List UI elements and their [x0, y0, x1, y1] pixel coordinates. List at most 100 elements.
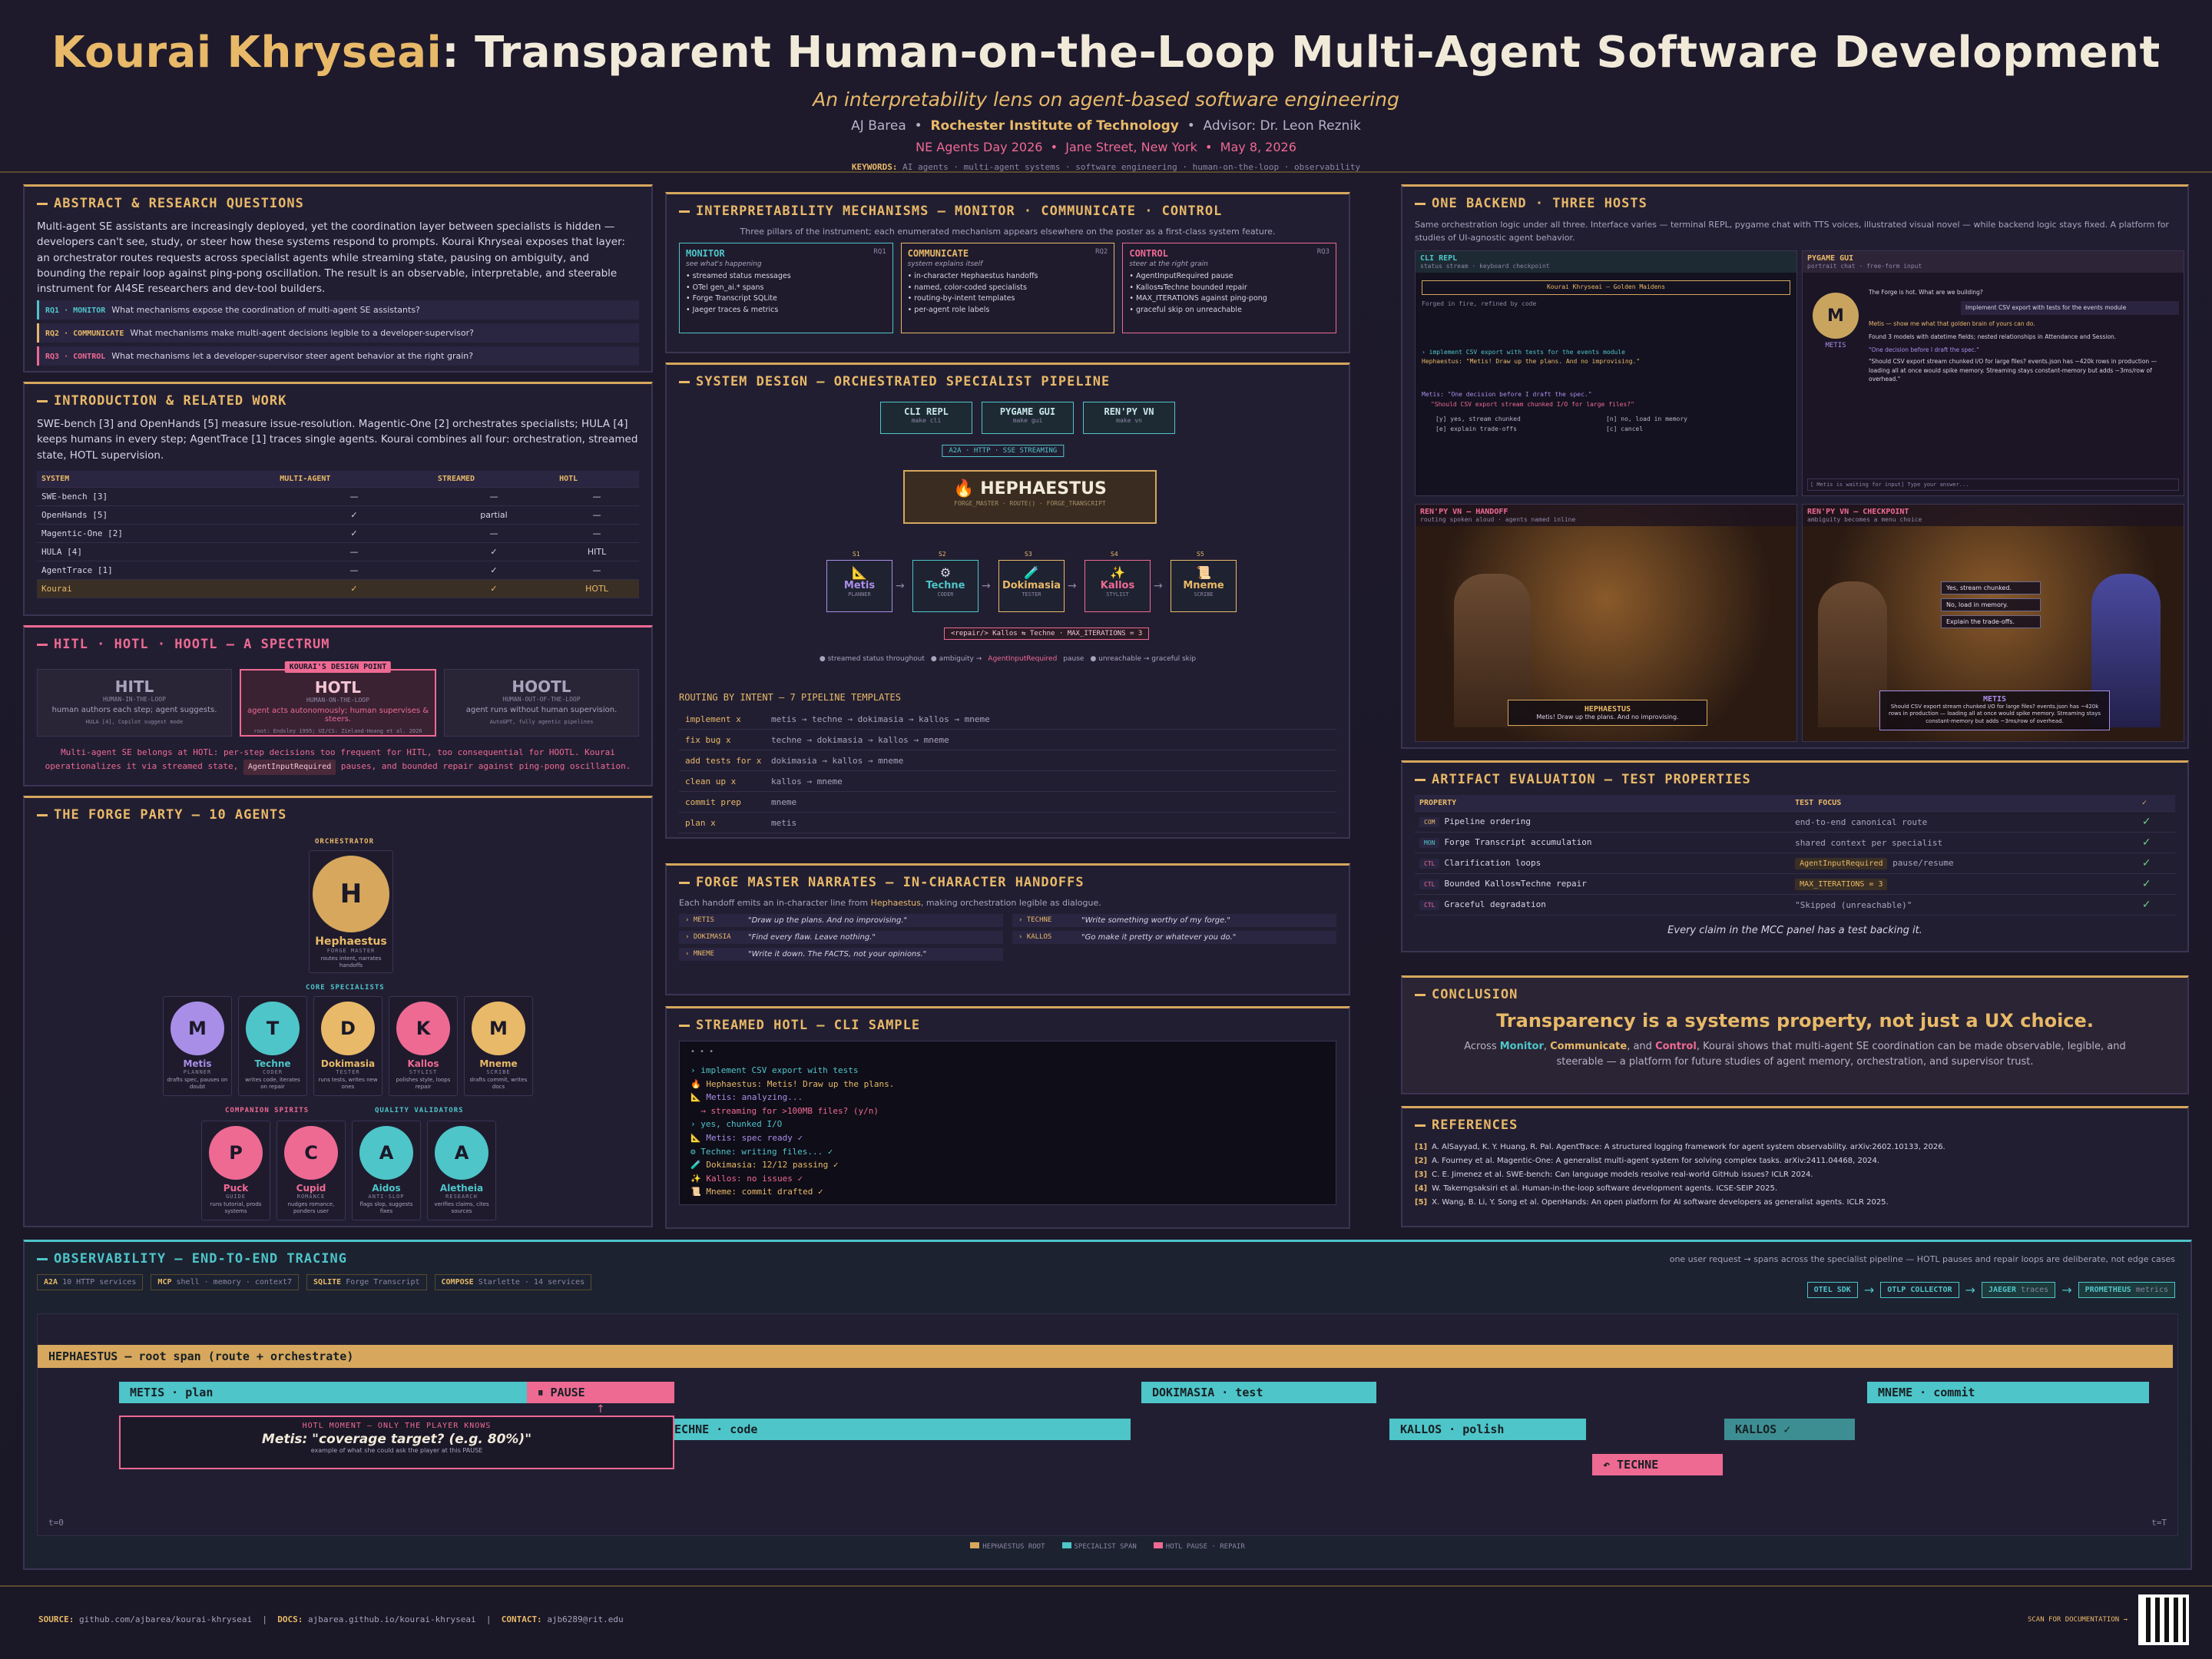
arrow-icon: → — [982, 580, 991, 592]
table-row: OpenHands [5] ✓ partial — — [37, 505, 639, 525]
arrow-icon: → — [1068, 580, 1077, 592]
rq-list: RQ1 · MONITOR What mechanisms expose the … — [37, 300, 639, 366]
source-link[interactable]: github.com/ajbarea/kourai-khryseai — [79, 1614, 252, 1624]
system-design-panel: SYSTEM DESIGN — ORCHESTRATED SPECIALIST … — [665, 363, 1350, 839]
step-number: S4 — [1111, 551, 1118, 558]
check-icon: ✓ — [2137, 894, 2175, 916]
pipeline-diagram: CLI REPL make cli PYGAME GUI make gui REN'PY… — [679, 397, 1336, 689]
step-number: S5 — [1197, 551, 1204, 558]
aletheia-portrait-icon: A — [435, 1126, 488, 1180]
repair-loop-label: <repair/> Kallos ⇆ Techne · MAX_ITERATIO… — [944, 628, 1150, 640]
conclusion-headline: Transparency is a systems property, not … — [1496, 1010, 2094, 1031]
cli-line: 🧪 Dokimasia: 12/12 passing ✓ — [690, 1160, 839, 1171]
table-row: CTL Clarification loops AgentInputRequired… — [1415, 853, 2175, 874]
mcc-column-communicate: COMMUNICATE RQ2 system explains itself • in… — [900, 243, 1115, 333]
table-row: COM Pipeline ordering end-to-end canonical… — [1415, 811, 2175, 833]
narrates-panel: FORGE MASTER NARRATES — IN-CHARACTER HAN… — [665, 863, 1350, 995]
metis-icon: 📐 — [852, 565, 867, 580]
mechanism-item: • named, color-coded specialists — [907, 283, 1027, 292]
pipeline-step-kallos: ✨ Kallos STYLIST — [1084, 560, 1151, 612]
venue-line: NE Agents Day 2026 • Jane Street, New Yo… — [916, 140, 1296, 154]
kallos-portrait-icon: K — [396, 1002, 450, 1055]
gui-input[interactable]: [ Metis is waiting for input] Type your … — [1807, 478, 2179, 491]
host-node-0: CLI REPL make cli — [880, 402, 972, 434]
route-row: commit prep mneme — [679, 792, 1336, 813]
forge-party-panel: THE FORGE PARTY — 10 AGENTS ORCHESTRATOR… — [23, 796, 653, 1227]
telemetry-stage: PROMETHEUS metrics — [2078, 1282, 2175, 1298]
hosts-panel: ONE BACKEND · THREE HOSTS Same orchestra… — [1401, 184, 2189, 749]
intro-text: SWE-bench [3] and OpenHands [5] measure … — [37, 418, 638, 462]
table-header: HOTL — [555, 470, 639, 488]
telemetry-pipeline: OTEL SDK → OTLP COLLECTOR → JAEGER traces → PR… — [1806, 1282, 2175, 1298]
host-screenshots: CLI REPL status stream · keyboard checkpo… — [1415, 250, 2184, 742]
mcc-columns: MONITOR RQ1 see what's happening • streamed… — [679, 243, 1337, 333]
infra-chip: COMPOSE Starlette · 14 services — [434, 1274, 592, 1290]
cli-line: › implement CSV export with tests — [690, 1065, 859, 1075]
span-root: HEPHAESTUS — root span (route + orchestr… — [38, 1345, 2173, 1368]
infra-chip: MCP shell · memory · context7 — [151, 1274, 300, 1290]
mcc-panel: INTERPRETABILITY MECHANISMS — MONITOR · … — [665, 192, 1350, 353]
group-label: QUALITY VALIDATORS — [375, 1107, 464, 1114]
research-question: RQ1 · MONITOR What mechanisms expose the … — [37, 300, 639, 320]
spectrum-hotl: KOURAI'S DESIGN POINT HOTL HUMAN-ON-THE-LO… — [240, 661, 436, 737]
group-label: COMPANION SPIRITS — [225, 1107, 310, 1114]
handoff-line: › METIS "Draw up the plans. And no improv… — [679, 914, 1003, 927]
agent-card-dokimasia: D Dokimasia TESTER runs tests, writes new o… — [313, 996, 382, 1096]
trace-span: KALLOS · polish — [1389, 1419, 1586, 1440]
cli-line: 📐 Metis: analyzing... — [690, 1092, 803, 1103]
trace-span: KALLOS ✓ — [1724, 1419, 1855, 1440]
cli-sample-panel: STREAMED HOTL — CLI SAMPLE • • • › imple… — [665, 1006, 1350, 1229]
pipeline-step-metis: 📐 Metis PLANNER — [826, 560, 892, 612]
poster-footer: SOURCE: github.com/ajbarea/kourai-khryse… — [0, 1585, 2212, 1659]
pipeline-step-mneme: 📜 Mneme SCRIBE — [1171, 560, 1237, 612]
route-row: implement x metis → techne → dokimasia → … — [679, 709, 1336, 730]
handoff-line: › DOKIMASIA "Find every flaw. Leave nothi… — [679, 931, 1003, 944]
qr-code-icon[interactable] — [2138, 1594, 2189, 1645]
table-header: SYSTEM — [37, 470, 276, 488]
host-node-1: PYGAME GUI make gui — [982, 402, 1074, 434]
docs-link[interactable]: ajbarea.github.io/kourai-khryseai — [308, 1614, 476, 1624]
arrow-icon: → — [1863, 1283, 1875, 1297]
legend-item: SPECIALIST SPAN — [1061, 1542, 1137, 1551]
mechanism-item: • Jaeger traces & metrics — [686, 306, 779, 315]
poster-subtitle: An interpretability lens on agent-based … — [813, 88, 1399, 111]
routing-table: implement x metis → techne → dokimasia → … — [679, 709, 1336, 837]
poster: Kourai Khryseai: Transparent Human-on-th… — [0, 0, 2212, 1659]
contact-link[interactable]: ajb6289@rit.edu — [547, 1614, 623, 1624]
trace-span: ↶ TECHNE — [1592, 1454, 1723, 1475]
trace-span: ⏸ PAUSE — [527, 1382, 674, 1403]
cli-line: ⚙ Techne: writing files... ✓ — [690, 1146, 833, 1157]
artifact-panel: ARTIFACT EVALUATION — TEST PROPERTIES PR… — [1401, 760, 2189, 952]
time-start-label: t=0 — [48, 1518, 64, 1528]
pipeline-step-dokimasia: 🧪 Dokimasia TESTER — [998, 560, 1065, 612]
host-node-2: REN'PY VN make vn — [1083, 402, 1175, 434]
vn-choice-button[interactable]: Yes, stream chunked. — [1941, 581, 2041, 594]
abstract-panel: ABSTRACT & RESEARCH QUESTIONS Multi-agen… — [23, 184, 653, 373]
timeline-legend: HEPHAESTUS ROOT SPECIALIST SPAN HOTL PAUSE… — [37, 1542, 2178, 1551]
mechanism-item: • OTel gen_ai.* spans — [686, 283, 764, 292]
mechanism-item: • Forge Transcript SQLite — [686, 294, 777, 303]
trace-span: METIS · plan — [119, 1382, 527, 1403]
agent-card-puck: P Puck GUIDE runs tutorial, prods systems — [201, 1121, 270, 1220]
step-number: S2 — [939, 551, 946, 558]
pygame-gui-shot: PYGAME GUI portrait chat · free-form inpu… — [1802, 250, 2184, 496]
design-point-badge: KOURAI'S DESIGN POINT — [284, 661, 392, 673]
arrow-icon: → — [2061, 1283, 2072, 1297]
spectrum-hitl: HITL HUMAN-IN-THE-LOOP human authors each … — [37, 669, 232, 737]
forge-party-roster: ORCHESTRATOR H Hephaestus FORGE MASTER route… — [37, 830, 639, 1220]
mechanism-item: • graceful skip on unreachable — [1129, 306, 1242, 315]
step-number: S1 — [853, 551, 860, 558]
research-question: RQ3 · CONTROL What mechanisms let a devel… — [37, 346, 639, 366]
route-row: clean up x kallos → mneme — [679, 771, 1336, 792]
renpy-checkpoint-shot: REN'PY VN — CHECKPOINT ambiguity becomes … — [1802, 504, 2184, 742]
vn-choice-button[interactable]: No, load in memory. — [1941, 598, 2041, 611]
cli-line: → streaming for >100MB files? (y/n) — [690, 1105, 879, 1116]
table-row: CTL Bounded Kallos⇆Techne repair MAX_ITERA… — [1415, 873, 2175, 895]
reference-item: [3] C. E. Jimenez et al. SWE-bench: Can l… — [1415, 1171, 1813, 1179]
legend-item: HOTL PAUSE · REPAIR — [1153, 1542, 1245, 1551]
vn-choice-button[interactable]: Explain the trade-offs. — [1941, 615, 2041, 628]
mechanism-item: • AgentInputRequired pause — [1129, 272, 1233, 280]
agent-card-kallos: K Kallos STYLIST polishes style, loops repa… — [389, 996, 458, 1096]
route-row: lint/format xkallos — [679, 833, 1336, 837]
techne-portrait-icon: T — [246, 1002, 300, 1055]
